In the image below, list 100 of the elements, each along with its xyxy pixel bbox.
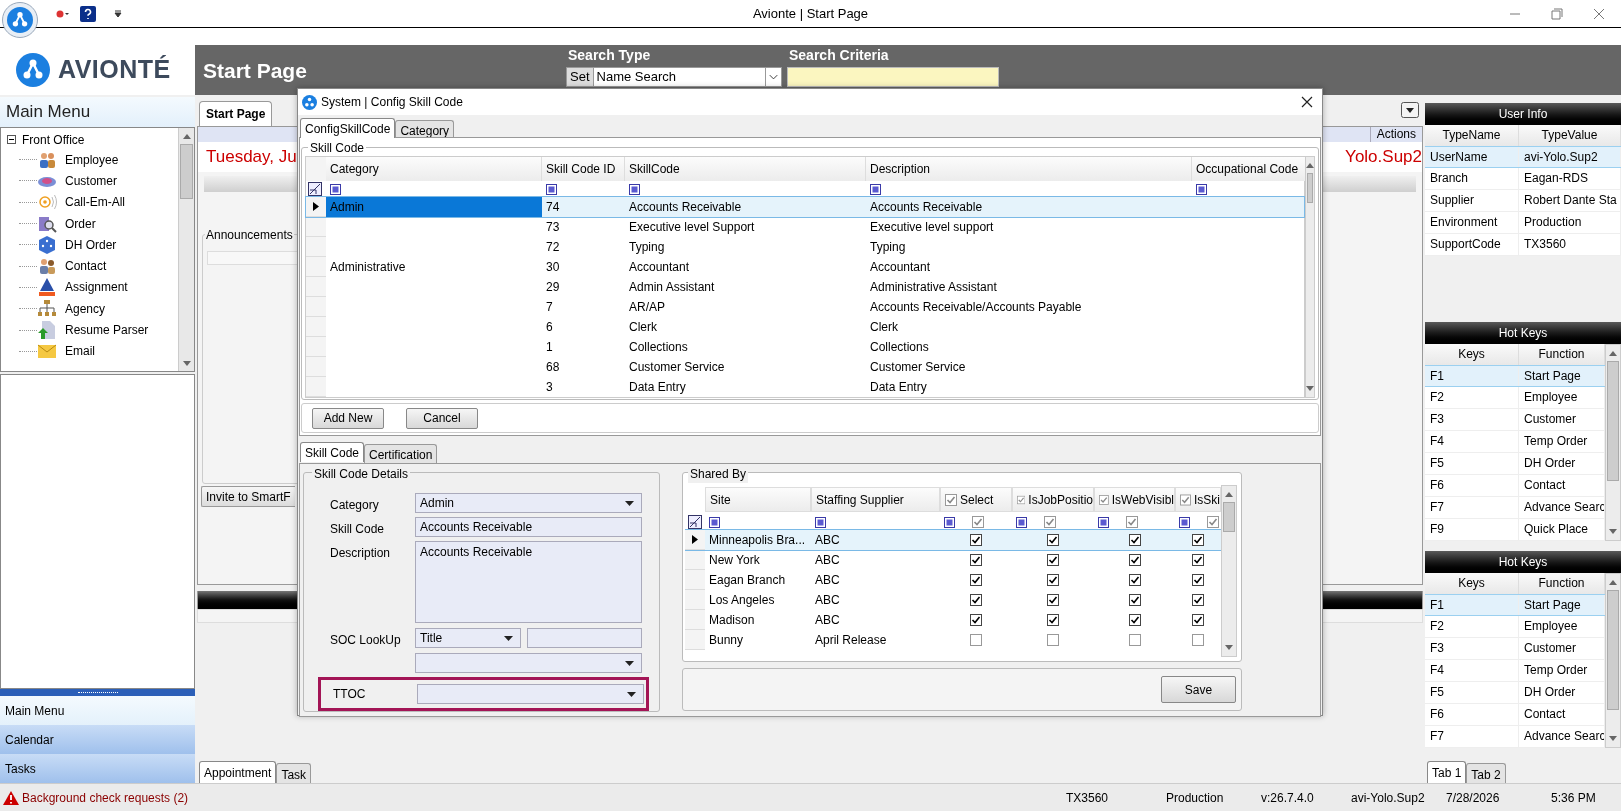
tree-item[interactable]: Employee	[65, 150, 119, 169]
filter-icon[interactable]	[1016, 516, 1027, 528]
search-type-dropdown[interactable]: Set Name Search	[566, 67, 782, 87]
dropdown-field[interactable]: Title	[415, 628, 521, 648]
record-icon[interactable]	[56, 8, 70, 19]
checkbox[interactable]	[1192, 634, 1204, 646]
table-row[interactable]: F5 DH Order	[1425, 682, 1605, 704]
checkbox-icon[interactable]	[972, 516, 984, 528]
table-row[interactable]: Los Angeles ABC	[685, 590, 1221, 610]
restore-icon[interactable]	[1551, 7, 1563, 20]
tab[interactable]: Appointment	[199, 761, 277, 783]
table-row[interactable]: Administrative 30 Accountant Accountant	[306, 257, 1304, 277]
column-header[interactable]: IsJobPositio	[1012, 487, 1094, 512]
filter-icon[interactable]	[1196, 183, 1207, 195]
checkbox-icon[interactable]	[1017, 493, 1026, 506]
table-row[interactable]: Branch Eagan-RDS	[1425, 168, 1621, 190]
dialog-button[interactable]: Cancel	[406, 407, 478, 429]
tab[interactable]: Tab 1	[1427, 761, 1467, 783]
filter-icon[interactable]	[1179, 516, 1190, 528]
dropdown-icon[interactable]	[114, 9, 122, 18]
checkbox[interactable]	[1047, 534, 1059, 546]
checkbox[interactable]	[1192, 554, 1204, 566]
column-header[interactable]: Occupational Code	[1192, 157, 1306, 181]
tab[interactable]: Certification	[364, 444, 438, 464]
checkbox-icon[interactable]	[1126, 516, 1138, 528]
table-row[interactable]: F1 Start Page	[1425, 365, 1605, 387]
filter-icon[interactable]	[870, 183, 881, 195]
table-row[interactable]: F1 Start Page	[1425, 594, 1605, 616]
scrollbar[interactable]	[1605, 573, 1621, 748]
table-row[interactable]: 6 Clerk Clerk	[306, 317, 1304, 337]
filter-icon[interactable]	[546, 183, 557, 195]
column-header[interactable]: Staffing Supplier	[811, 487, 940, 512]
table-row[interactable]: 3 Data Entry Data Entry	[306, 377, 1304, 397]
checkbox-icon[interactable]	[1044, 516, 1056, 528]
table-row[interactable]: 72 Typing Typing	[306, 237, 1304, 257]
scroll-up-icon[interactable]	[182, 132, 191, 139]
checkbox[interactable]	[970, 634, 982, 646]
scroll-thumb[interactable]	[180, 144, 193, 199]
filter-icon[interactable]	[944, 516, 955, 528]
table-row[interactable]: F9 Quick Place	[1425, 519, 1605, 541]
tree-item[interactable]: Contact	[65, 257, 107, 276]
dropdown-field[interactable]	[415, 653, 642, 673]
column-header[interactable]: IsSki	[1175, 487, 1221, 512]
table-row[interactable]: Bunny April Release	[685, 630, 1221, 650]
tab[interactable]: Category	[395, 120, 455, 140]
table-row[interactable]: 29 Admin Assistant Administrative Assistant	[306, 277, 1304, 297]
scroll-up-icon[interactable]	[1609, 350, 1617, 356]
table-row[interactable]: F4 Temp Order	[1425, 660, 1605, 682]
table-row[interactable]: UserName avi-Yolo.Sup2	[1425, 146, 1621, 168]
table-row[interactable]: F2 Employee	[1425, 616, 1605, 638]
filter-clear-icon[interactable]	[688, 515, 702, 529]
invite-button[interactable]: Invite to SmartF	[201, 486, 295, 507]
scrollbar[interactable]	[1605, 344, 1621, 541]
scroll-thumb[interactable]	[1607, 590, 1619, 710]
text-field[interactable]	[527, 628, 642, 648]
tree-item[interactable]: DH Order	[65, 235, 117, 254]
checkbox[interactable]	[1192, 594, 1204, 606]
row-header[interactable]	[685, 530, 705, 550]
checkbox[interactable]	[1128, 574, 1141, 586]
scroll-down-icon[interactable]	[1609, 736, 1617, 742]
table-row[interactable]: 73 Executive level Support Executive level support	[306, 217, 1304, 237]
table-row[interactable]: F2 Employee	[1425, 387, 1605, 409]
nav-button[interactable]: Main Menu	[0, 696, 195, 725]
scroll-down-icon[interactable]	[1609, 529, 1617, 535]
table-row[interactable]: Environment Production	[1425, 212, 1621, 234]
table-row[interactable]: Supplier Robert Dante Sta	[1425, 190, 1621, 212]
tree-item[interactable]: Call-Em-All	[65, 193, 125, 212]
tab[interactable]: Start Page	[199, 101, 273, 126]
tree-item[interactable]: Front Office	[22, 130, 85, 149]
table-row[interactable]: Eagan Branch ABC	[685, 570, 1221, 590]
table-row[interactable]: 7 AR/AP Accounts Receivable/Accounts Payable	[306, 297, 1304, 317]
tree-item[interactable]: Email	[65, 342, 95, 361]
dropdown-button[interactable]	[1401, 102, 1419, 118]
close-icon[interactable]	[1301, 96, 1313, 108]
table-row[interactable]: F3 Customer	[1425, 638, 1605, 660]
filter-icon[interactable]	[709, 516, 720, 528]
scroll-thumb[interactable]	[1607, 361, 1619, 481]
checkbox-icon[interactable]	[1180, 493, 1191, 506]
column-header[interactable]: Keys	[1425, 573, 1519, 594]
table-row[interactable]: 1 Collections Collections	[306, 337, 1304, 357]
help-icon[interactable]	[80, 5, 96, 22]
text-area[interactable]: Accounts Receivable	[415, 541, 642, 623]
app-logo-icon[interactable]	[2, 2, 38, 38]
checkbox-icon[interactable]	[1099, 493, 1109, 506]
tab[interactable]: Task	[276, 763, 312, 785]
tree-item[interactable]: Resume Parser	[65, 321, 149, 339]
column-header[interactable]: Function	[1519, 573, 1605, 594]
dropdown-field[interactable]: Admin	[415, 493, 642, 513]
filter-icon[interactable]	[629, 183, 640, 195]
table-row[interactable]: New York ABC	[685, 550, 1221, 570]
table-row[interactable]: 68 Customer Service Customer Service	[306, 357, 1304, 377]
column-header[interactable]: Site	[705, 487, 811, 512]
tree-item[interactable]: Assignment	[65, 278, 128, 297]
checkbox[interactable]	[970, 574, 982, 586]
checkbox[interactable]	[970, 534, 982, 546]
tree-item[interactable]: Agency	[65, 299, 106, 318]
column-header[interactable]: SkillCode	[625, 157, 866, 181]
column-header[interactable]: TypeValue	[1519, 125, 1621, 146]
column-header[interactable]: Keys	[1425, 344, 1519, 365]
caret-icon[interactable]	[765, 68, 781, 86]
